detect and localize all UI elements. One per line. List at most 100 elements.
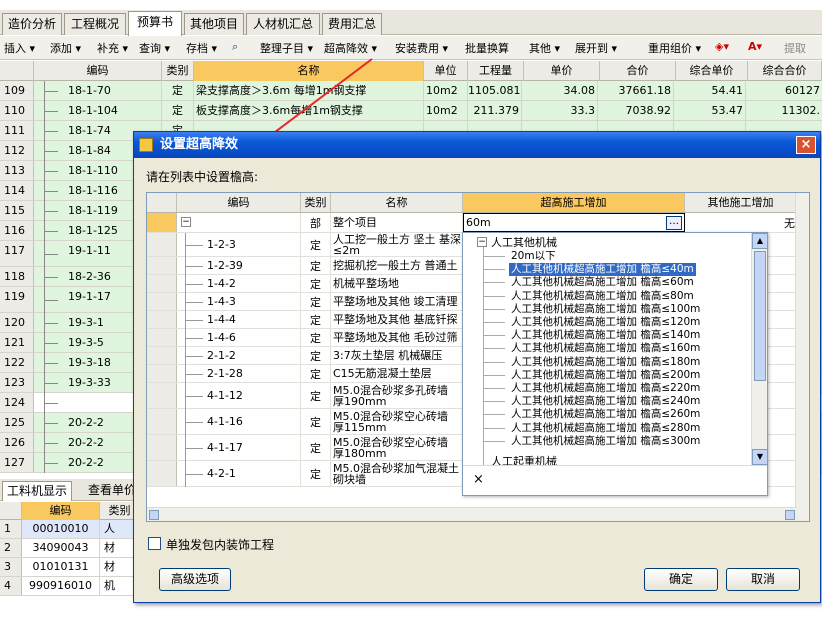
query-button[interactable]: 查询 ▾ — [139, 40, 170, 56]
row-number: 123 — [0, 373, 34, 392]
tree-line — [185, 293, 186, 311]
dropdown-footer: × — [463, 465, 767, 495]
table-row[interactable]: 110 18-1-104 定板支撑高度＞3.6m每增1m钢支撑 10m2 211.379… — [0, 101, 822, 121]
dropdown-option[interactable]: 人工其他机械超高施工增加 檐高≤100m — [509, 303, 702, 316]
tree-line — [185, 365, 186, 383]
dropdown-option[interactable]: 人工其他机械超高施工增加 檐高≤80m — [509, 290, 696, 303]
row-qty: 211.379 — [468, 101, 522, 120]
dropdown-option[interactable]: 人工其他机械超高施工增加 檐高≤120m — [509, 316, 702, 329]
row-name: 梁支撑高度＞3.6m 每增1m钢支撑 — [196, 81, 424, 100]
table-row[interactable]: 109 18-1-70 定梁支撑高度＞3.6m 每增1m钢支撑 10m2 1105.08… — [0, 81, 822, 101]
dropdown-option[interactable]: 人工其他机械超高施工增加 檐高≤160m — [509, 342, 702, 355]
tab-labor-material-summary[interactable]: 人材机汇总 — [246, 13, 320, 35]
resource-grid-header: 编码 类别 — [0, 502, 140, 520]
extract-button[interactable]: 提取 — [784, 40, 806, 56]
res-code: 00010010 — [22, 520, 100, 538]
list-item[interactable]: 4 990916010 机 — [0, 577, 140, 596]
table-row[interactable]: − 部整个项目 60m … 无 — [147, 213, 797, 233]
close-button[interactable]: × — [796, 136, 816, 154]
tree-branch — [185, 474, 203, 475]
tab-cost-analysis[interactable]: 造价分析 — [2, 13, 62, 35]
list-item[interactable]: 1 00010010 人 — [0, 520, 140, 539]
scroll-thumb[interactable] — [754, 251, 766, 381]
horizontal-scrollbar[interactable] — [147, 507, 797, 521]
other-button[interactable]: 其他 ▾ — [529, 40, 560, 56]
header-qty: 工程量 — [468, 61, 524, 81]
tab-budget[interactable]: 预算书 — [128, 11, 182, 36]
dropdown-option[interactable]: 人工其他机械超高施工增加 檐高≤280m — [509, 422, 702, 435]
vertical-scrollbar[interactable] — [795, 193, 809, 521]
dropdown-option[interactable]: 人工其他机械超高施工增加 檐高≤40m — [509, 263, 696, 277]
dropdown-option[interactable]: 人工其他机械超高施工增加 檐高≤300m — [509, 435, 702, 448]
dropdown-scrollbar[interactable]: ▲ ▼ — [751, 233, 768, 465]
ellipsis-button[interactable]: … — [666, 216, 682, 230]
tree-branch — [185, 320, 203, 321]
separate-decoration-checkbox[interactable] — [148, 537, 161, 550]
scroll-right-icon[interactable] — [785, 510, 795, 520]
dropdown-option[interactable]: 20m以下 — [509, 250, 558, 263]
dialog-instruction: 请在列表中设置檐高: — [146, 170, 259, 184]
ok-button[interactable]: 确定 — [644, 568, 718, 591]
list-item[interactable]: 3 01010131 材 — [0, 558, 140, 577]
reuse-pricing-button[interactable]: 重用组价 ▾ — [648, 40, 701, 56]
row-number: 116 — [0, 221, 34, 240]
tree-branch — [44, 363, 58, 364]
row-number: 114 — [0, 181, 34, 200]
tree-branch — [185, 422, 203, 423]
tree-line — [185, 435, 186, 461]
batch-convert-button[interactable]: 批量换算 — [465, 40, 509, 56]
dropdown-option[interactable]: 人工其他机械超高施工增加 檐高≤220m — [509, 382, 702, 395]
dropdown-group-collapse-icon[interactable]: − — [477, 237, 487, 247]
advanced-options-button[interactable]: 高级选项 — [159, 568, 231, 591]
add-button[interactable]: 添加 ▾ — [50, 40, 81, 56]
dlg-row-type: 部 — [301, 213, 331, 232]
dlg-row-name: M5.0混合砂浆加气混凝土砌块墙 — [333, 461, 463, 486]
cancel-button[interactable]: 取消 — [726, 568, 800, 591]
font-color-icon[interactable]: A▾ — [748, 40, 762, 53]
header-type: 类别 — [162, 61, 194, 81]
tab-view-unit-price[interactable]: 查看单价 — [84, 481, 140, 501]
dropdown-option[interactable]: 人工其他机械超高施工增加 檐高≤240m — [509, 395, 702, 408]
insert-button[interactable]: 插入 ▾ — [4, 40, 35, 56]
row-comp-total: 11302. — [781, 104, 821, 117]
dialog-app-icon — [139, 138, 153, 152]
dropdown-option[interactable]: 人工其他机械超高施工增加 檐高≤140m — [509, 329, 702, 342]
dlg-row-number — [147, 365, 177, 382]
dropdown-option[interactable]: 人工其他机械超高施工增加 檐高≤180m — [509, 356, 702, 369]
dropdown-option[interactable]: 人工其他机械超高施工增加 檐高≤260m — [509, 408, 702, 421]
scroll-left-icon[interactable] — [149, 510, 159, 520]
tree-branch — [185, 448, 203, 449]
other-fee-cell[interactable]: 无 — [687, 213, 797, 232]
dlg-row-name: 3:7灰土垫层 机械碾压 — [333, 347, 463, 364]
fill-color-icon[interactable]: ◈▾ — [715, 40, 729, 53]
tree-branch — [44, 131, 58, 132]
binoculars-icon[interactable]: ⌕ — [232, 40, 238, 54]
expand-to-button[interactable]: 展开到 ▾ — [575, 40, 617, 56]
list-item[interactable]: 2 34090043 材 — [0, 539, 140, 558]
tree-branch — [483, 282, 505, 284]
tree-branch — [44, 91, 58, 92]
supplement-button[interactable]: 补充 ▾ — [97, 40, 128, 56]
organize-items-button[interactable]: 整理子目 ▾ — [260, 40, 313, 56]
tab-project-overview[interactable]: 工程概况 — [64, 13, 126, 35]
tree-line — [483, 247, 484, 465]
scroll-up-icon[interactable]: ▲ — [752, 233, 768, 249]
dropdown-option[interactable]: 人工其他机械超高施工增加 檐高≤60m — [509, 276, 696, 289]
install-fee-button[interactable]: 安装费用 ▾ — [395, 40, 448, 56]
tab-other-items[interactable]: 其他项目 — [184, 13, 244, 35]
dropdown-group-label[interactable]: 人工其他机械 — [491, 236, 557, 249]
tree-branch — [44, 343, 58, 344]
dlg-header-rownum — [147, 193, 177, 213]
collapse-icon[interactable]: − — [181, 217, 191, 227]
dlg-row-number — [147, 213, 177, 232]
dropdown-option[interactable]: 人工其他机械超高施工增加 檐高≤200m — [509, 369, 702, 382]
archive-button[interactable]: 存档 ▾ — [186, 40, 217, 56]
dlg-row-type: 定 — [301, 409, 331, 434]
tab-labor-material-display[interactable]: 工料机显示 — [2, 481, 73, 501]
tab-fee-summary[interactable]: 费用汇总 — [322, 13, 382, 35]
height-reduction-button[interactable]: 超高降效 ▾ — [324, 40, 377, 56]
scroll-down-icon[interactable]: ▼ — [752, 449, 768, 465]
dropdown-close-icon[interactable]: × — [473, 472, 484, 487]
dlg-row-type: 定 — [301, 365, 331, 382]
high-rise-fee-field[interactable]: 60m… — [463, 213, 685, 232]
